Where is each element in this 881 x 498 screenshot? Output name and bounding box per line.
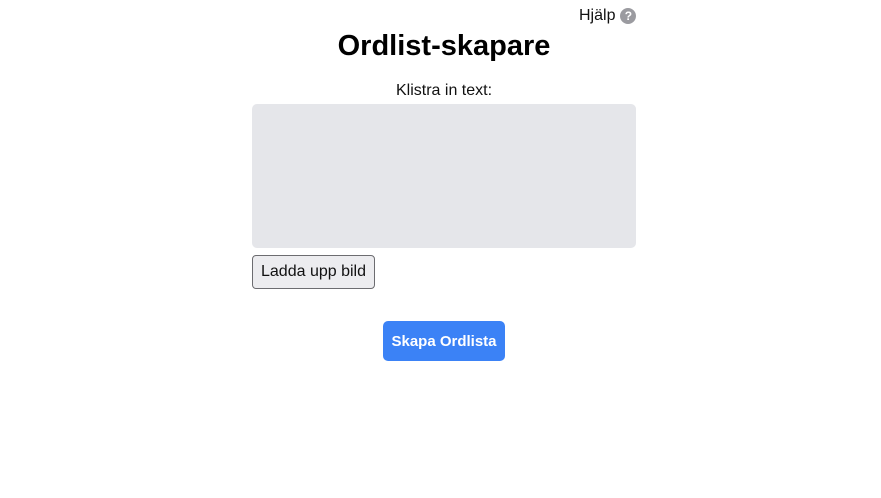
question-circle-icon[interactable]: ? <box>620 8 637 24</box>
page-title: Ordlist-skapare <box>337 30 551 62</box>
text-input-label: Klistra in text: <box>395 82 493 99</box>
help-label: Hjälp <box>579 7 616 24</box>
create-word-list-button[interactable]: Skapa Ordlista <box>383 321 505 361</box>
word-list-creator-page: Hjälp ? Ordlist-skapare Klistra in text:… <box>0 0 881 498</box>
help-link[interactable]: Hjälp ? <box>579 6 637 26</box>
upload-image-button[interactable]: Ladda upp bild <box>252 255 375 289</box>
paste-text-input[interactable] <box>252 104 636 248</box>
